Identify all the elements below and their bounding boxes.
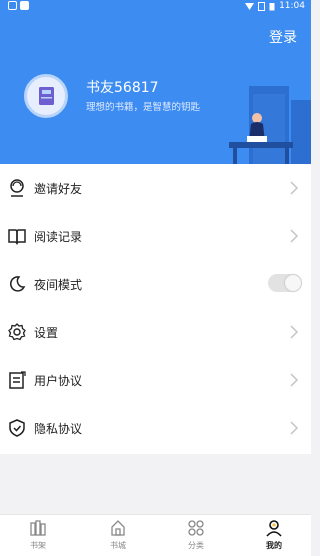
notification-icon bbox=[20, 1, 29, 10]
notification-icon bbox=[8, 1, 17, 10]
tab-label: 分类 bbox=[188, 541, 204, 550]
user-nickname: 书友56817 bbox=[86, 80, 159, 96]
login-button[interactable]: 登录 bbox=[269, 27, 297, 47]
chevron-right-icon bbox=[290, 325, 299, 339]
reading-illustration bbox=[229, 86, 311, 164]
menu-item-settings[interactable]: 设置 bbox=[0, 308, 311, 356]
menu-item-label: 夜间模式 bbox=[34, 278, 83, 292]
user-motto: 理想的书籍，是智慧的钥匙 bbox=[86, 102, 201, 113]
tab-bookshelf[interactable]: 书架 bbox=[8, 519, 68, 555]
menu-item-label: 隐私协议 bbox=[34, 422, 83, 436]
menu-list: 邀请好友 阅读记录 夜间模式 设置 用户协议 隐私协议 bbox=[0, 164, 311, 454]
tab-label: 我的 bbox=[266, 541, 282, 550]
chevron-right-icon bbox=[290, 373, 299, 387]
clock: 11:04 bbox=[279, 1, 305, 11]
status-bar: 11:04 bbox=[0, 0, 311, 14]
shield-icon bbox=[9, 419, 25, 437]
profile-header: 11:04 登录 书友56817 理想的书籍，是智慧的钥匙 bbox=[0, 0, 311, 164]
menu-item-label: 阅读记录 bbox=[34, 230, 83, 244]
tab-label: 书城 bbox=[110, 541, 126, 550]
menu-item-invite-friends[interactable]: 邀请好友 bbox=[0, 164, 311, 212]
user-icon bbox=[266, 520, 282, 537]
night-mode-toggle[interactable] bbox=[268, 274, 302, 292]
book-icon bbox=[8, 229, 26, 245]
tab-bookstore[interactable]: 书城 bbox=[88, 519, 148, 555]
menu-item-night-mode[interactable]: 夜间模式 bbox=[0, 260, 311, 308]
signal-icon bbox=[258, 1, 266, 11]
bottom-tab-bar: 书架 书城 分类 我的 bbox=[0, 514, 311, 556]
menu-item-privacy-policy[interactable]: 隐私协议 bbox=[0, 404, 311, 452]
invite-icon bbox=[10, 179, 24, 197]
bookstore-icon bbox=[111, 520, 125, 536]
category-icon bbox=[188, 520, 204, 536]
moon-icon bbox=[9, 276, 26, 292]
chevron-right-icon bbox=[290, 421, 299, 435]
avatar[interactable] bbox=[24, 74, 68, 118]
menu-item-user-agreement[interactable]: 用户协议 bbox=[0, 356, 311, 404]
menu-item-label: 用户协议 bbox=[34, 374, 83, 388]
tab-label: 书架 bbox=[30, 541, 46, 550]
gear-icon bbox=[8, 323, 26, 341]
menu-item-label: 邀请好友 bbox=[34, 182, 83, 196]
agreement-icon bbox=[9, 371, 26, 389]
menu-item-reading-history[interactable]: 阅读记录 bbox=[0, 212, 311, 260]
chevron-right-icon bbox=[290, 181, 299, 195]
tab-mine[interactable]: 我的 bbox=[244, 519, 304, 555]
bookshelf-icon bbox=[30, 520, 46, 536]
toggle-knob bbox=[285, 275, 301, 291]
menu-item-label: 设置 bbox=[34, 326, 59, 340]
book-avatar-icon bbox=[39, 87, 54, 105]
chevron-right-icon bbox=[290, 229, 299, 243]
battery-icon bbox=[269, 2, 275, 10]
tab-category[interactable]: 分类 bbox=[166, 519, 226, 555]
wifi-icon bbox=[245, 3, 255, 10]
